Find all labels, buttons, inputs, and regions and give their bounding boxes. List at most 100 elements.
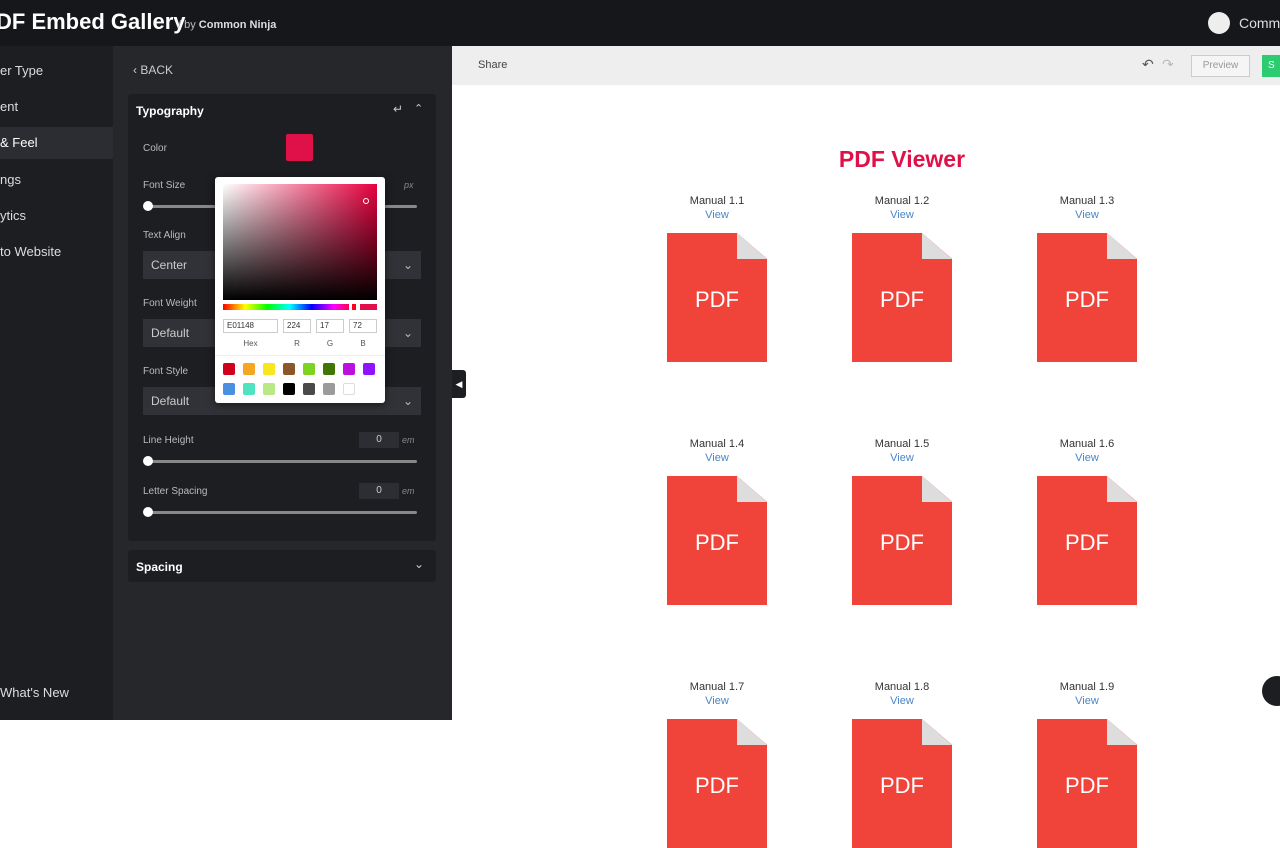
sidebar-item-add-to-website[interactable]: to Website bbox=[0, 236, 113, 268]
current-color-preview bbox=[360, 304, 377, 310]
sidebar-item-content[interactable]: ent bbox=[0, 91, 113, 123]
view-link[interactable]: View bbox=[1037, 695, 1137, 707]
pdf-icon-text: PDF bbox=[880, 287, 924, 312]
r-label: R bbox=[294, 339, 300, 348]
collapse-panel-button[interactable]: ◀ bbox=[452, 370, 466, 398]
sidebar-item-settings[interactable]: ngs bbox=[0, 164, 113, 196]
pdf-icon-text: PDF bbox=[695, 287, 739, 312]
swatch[interactable] bbox=[223, 383, 235, 395]
account-name[interactable]: Commo bbox=[1239, 15, 1280, 31]
viewer-title: PDF Viewer bbox=[838, 146, 966, 172]
reset-icon[interactable]: ↵ bbox=[393, 102, 403, 116]
swatch[interactable] bbox=[303, 363, 315, 375]
view-link[interactable]: View bbox=[667, 209, 767, 221]
sidebar-item-viewer-type[interactable]: er Type bbox=[0, 55, 113, 87]
item-name: Manual 1.7 bbox=[689, 681, 745, 693]
slider-handle[interactable] bbox=[143, 456, 153, 466]
divider bbox=[215, 355, 385, 356]
item-name: Manual 1.6 bbox=[1059, 438, 1115, 450]
line-height-input[interactable]: 0 bbox=[359, 432, 399, 448]
g-input[interactable]: 17 bbox=[316, 319, 344, 333]
pdf-icon-text: PDF bbox=[1065, 287, 1109, 312]
sidebar-item-analytics[interactable]: ytics bbox=[0, 200, 113, 232]
line-height-label: Line Height bbox=[143, 435, 194, 446]
swatch[interactable] bbox=[223, 363, 235, 375]
pdf-item: Manual 1.5 View PDF bbox=[852, 438, 952, 605]
pdf-icon-text: PDF bbox=[695, 530, 739, 555]
letter-spacing-unit: em bbox=[402, 486, 415, 496]
swatch[interactable] bbox=[263, 363, 275, 375]
font-size-label: Font Size bbox=[143, 180, 186, 191]
saturation-area[interactable] bbox=[223, 184, 377, 300]
swatch[interactable] bbox=[283, 383, 295, 395]
chevron-up-icon[interactable]: ⌃ bbox=[414, 102, 423, 115]
item-name: Manual 1.5 bbox=[874, 438, 930, 450]
hue-slider[interactable] bbox=[223, 303, 356, 311]
pdf-icon-text: PDF bbox=[1065, 530, 1109, 555]
pdf-icon-text: PDF bbox=[1065, 773, 1109, 798]
swatch[interactable] bbox=[243, 363, 255, 375]
r-input[interactable]: 224 bbox=[283, 319, 311, 333]
g-label: G bbox=[326, 339, 334, 348]
swatch[interactable] bbox=[323, 363, 335, 375]
chevron-down-icon[interactable]: ⌄ bbox=[414, 557, 424, 571]
letter-spacing-slider[interactable] bbox=[143, 507, 417, 517]
swatch[interactable] bbox=[303, 383, 315, 395]
byline: / by Common Ninja bbox=[178, 19, 276, 31]
line-height-slider[interactable] bbox=[143, 456, 417, 466]
view-link[interactable]: View bbox=[1037, 452, 1137, 464]
letter-spacing-input[interactable]: 0 bbox=[359, 483, 399, 499]
view-link[interactable]: View bbox=[852, 695, 952, 707]
section-title[interactable]: Typography bbox=[136, 104, 204, 118]
view-link[interactable]: View bbox=[667, 695, 767, 707]
font-style-label: Font Style bbox=[143, 366, 189, 377]
save-button[interactable]: S bbox=[1262, 55, 1280, 77]
letter-spacing-label: Letter Spacing bbox=[143, 486, 208, 497]
avatar[interactable] bbox=[1208, 12, 1230, 34]
view-link[interactable]: View bbox=[667, 452, 767, 464]
pdf-icon-text: PDF bbox=[880, 773, 924, 798]
hex-input[interactable]: E01148 bbox=[223, 319, 278, 333]
b-input[interactable]: 72 bbox=[349, 319, 377, 333]
color-swatch-button[interactable] bbox=[286, 134, 313, 161]
chevron-down-icon: ⌄ bbox=[402, 394, 413, 408]
sidebar-item-look-feel[interactable]: & Feel bbox=[0, 127, 113, 159]
by-text: / by bbox=[178, 19, 196, 31]
undo-icon[interactable]: ↶ bbox=[1142, 56, 1154, 73]
pdf-icon-text: PDF bbox=[695, 773, 739, 798]
pdf-item: Manual 1.4 View PDF bbox=[667, 438, 767, 605]
color-label: Color bbox=[143, 143, 167, 154]
item-name: Manual 1.8 bbox=[874, 681, 930, 693]
swatch[interactable] bbox=[363, 363, 375, 375]
swatch[interactable] bbox=[343, 363, 355, 375]
preview-button[interactable]: Preview bbox=[1191, 55, 1250, 77]
swatch[interactable] bbox=[243, 383, 255, 395]
app-title: DF Embed Gallery bbox=[0, 9, 186, 34]
chat-button[interactable] bbox=[1262, 676, 1280, 706]
view-link[interactable]: View bbox=[852, 209, 952, 221]
section-title[interactable]: Spacing bbox=[136, 560, 183, 574]
swatch[interactable] bbox=[283, 363, 295, 375]
view-link[interactable]: View bbox=[1037, 209, 1137, 221]
pdf-item: Manual 1.9 View PDF bbox=[1037, 681, 1137, 848]
swatch[interactable] bbox=[343, 383, 355, 395]
hue-handle[interactable] bbox=[349, 303, 352, 311]
sidebar-item-whats-new[interactable]: What's New bbox=[0, 677, 113, 709]
pdf-item: Manual 1.2 View PDF bbox=[852, 195, 952, 362]
swatch[interactable] bbox=[263, 383, 275, 395]
font-size-unit: px bbox=[404, 180, 414, 190]
share-button[interactable]: Share bbox=[478, 59, 507, 71]
back-label: BACK bbox=[140, 63, 174, 77]
view-link[interactable]: View bbox=[852, 452, 952, 464]
swatch[interactable] bbox=[323, 383, 335, 395]
pdf-item: Manual 1.3 View PDF bbox=[1037, 195, 1137, 362]
slider-handle[interactable] bbox=[143, 507, 153, 517]
back-button[interactable]: ‹ BACK bbox=[133, 63, 173, 77]
spacing-section[interactable]: Spacing ⌄ bbox=[128, 550, 436, 582]
saturation-handle[interactable] bbox=[363, 198, 369, 204]
text-align-label: Text Align bbox=[143, 230, 186, 241]
slider-handle[interactable] bbox=[143, 201, 153, 211]
pdf-icon-text: PDF bbox=[880, 530, 924, 555]
redo-icon[interactable]: ↷ bbox=[1162, 56, 1174, 73]
select-value: Default bbox=[151, 394, 190, 408]
